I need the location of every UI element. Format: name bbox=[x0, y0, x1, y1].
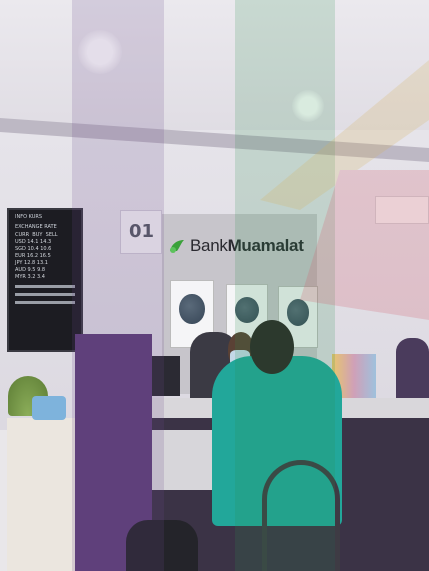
bank-branch-photo: INFO KURS EXCHANGE RATE CURR BUY SELL US… bbox=[0, 0, 429, 571]
watermark-shape bbox=[260, 60, 429, 320]
